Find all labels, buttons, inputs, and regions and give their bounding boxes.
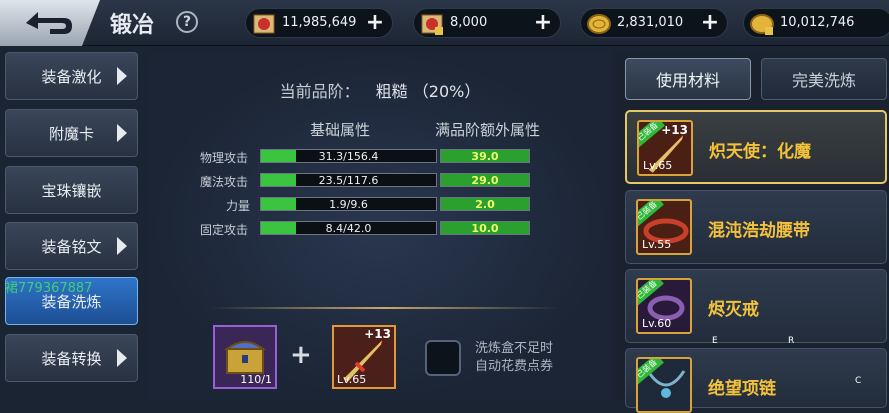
stat-base-value: 23.5/117.6 bbox=[318, 174, 379, 187]
key-hint-e: E bbox=[712, 336, 718, 346]
stat-bonus-value: 29.0 bbox=[471, 174, 499, 187]
stat-bonus-value: 10.0 bbox=[471, 222, 499, 235]
sidebar-item-inscription[interactable]: 装备铭文 bbox=[5, 222, 138, 270]
key-hint-c: C bbox=[855, 376, 862, 386]
gold-coin-lock-icon bbox=[750, 14, 774, 35]
help-button[interactable]: ? bbox=[176, 11, 198, 33]
add-resource-button[interactable]: + bbox=[699, 12, 721, 34]
stat-base-bar: 1.9/9.6 bbox=[260, 197, 437, 211]
back-arrow-icon bbox=[26, 12, 72, 34]
target-equipment-slot[interactable]: +13 Lv.65 bbox=[332, 325, 396, 389]
item-name: 炽天使：化魔 bbox=[709, 142, 811, 162]
stat-label: 物理攻击 bbox=[200, 151, 249, 165]
add-resource-button[interactable]: + bbox=[532, 12, 554, 34]
resource-gold: 2,831,010 + bbox=[580, 8, 728, 38]
resource-gold-locked: 10,012,746 bbox=[743, 8, 889, 38]
tab-use-material[interactable]: 使用材料 bbox=[625, 58, 751, 100]
scroll-red-icon bbox=[253, 14, 275, 34]
back-button[interactable] bbox=[0, 0, 100, 46]
sidebar: 装备激化 附魔卡 宝珠镶嵌 装备铭文 装备洗炼 装备转换 bbox=[0, 52, 145, 400]
column-header-base: 基础属性 bbox=[310, 121, 371, 139]
stat-base-bar: 23.5/117.6 bbox=[260, 173, 437, 187]
item-level: Lv.55 bbox=[642, 238, 672, 251]
material-panel: 使用材料 完美洗炼 已装备 +13 Lv.65 炽天使：化魔 已装备 Lv.55… bbox=[615, 52, 889, 413]
stat-bonus-value: 2.0 bbox=[475, 198, 495, 211]
item-level: Lv.65 bbox=[337, 373, 367, 386]
stat-label: 固定攻击 bbox=[200, 223, 249, 237]
resource-value: 10,012,746 bbox=[780, 15, 855, 30]
stat-base-value: 8.4/42.0 bbox=[325, 222, 372, 235]
resource-value: 11,985,649 bbox=[282, 15, 357, 30]
scroll-lock-icon bbox=[421, 14, 443, 35]
stat-label: 魔法攻击 bbox=[200, 175, 249, 189]
sidebar-item-enhance[interactable]: 装备激化 bbox=[5, 52, 138, 100]
stat-label: 力量 bbox=[226, 199, 251, 213]
add-resource-button[interactable]: + bbox=[364, 12, 386, 34]
auto-spend-checkbox[interactable] bbox=[425, 340, 461, 376]
grade-label: 当前品阶： bbox=[279, 82, 360, 101]
sidebar-item-label: 宝珠镶嵌 bbox=[41, 181, 102, 200]
column-header-bonus: 满品阶额外属性 bbox=[435, 121, 541, 139]
item-icon: 已装备 Lv.55 bbox=[636, 199, 692, 255]
material-item[interactable]: 已装备 +13 Lv.65 炽天使：化魔 bbox=[625, 110, 887, 184]
item-icon: 已装备 bbox=[636, 357, 692, 413]
slot-count: 110/1 bbox=[240, 373, 272, 386]
chevron-right-icon bbox=[117, 237, 127, 255]
stat-bonus-bar: 10.0 bbox=[440, 221, 530, 235]
sidebar-item-label: 装备激化 bbox=[41, 67, 102, 86]
top-bar: 锻冶 ? 11,985,649 + 8,000 + 2,831,010 + 10… bbox=[0, 0, 889, 46]
stat-bonus-bar: 39.0 bbox=[440, 149, 530, 163]
chevron-right-icon bbox=[117, 67, 127, 85]
grade-value: 粗糙 （20%） bbox=[375, 82, 481, 101]
item-icon: 已装备 Lv.60 bbox=[636, 278, 692, 334]
item-name: 绝望项链 bbox=[708, 379, 776, 399]
item-name: 混沌浩劫腰带 bbox=[708, 221, 810, 241]
sidebar-item-convert[interactable]: 装备转换 bbox=[5, 334, 138, 382]
sidebar-item-label: 装备转换 bbox=[41, 349, 102, 368]
current-grade: 当前品阶： 粗糙 （20%） bbox=[150, 78, 610, 102]
chevron-right-icon bbox=[117, 124, 127, 142]
resource-scroll: 11,985,649 + bbox=[245, 8, 393, 38]
sidebar-item-label: 装备铭文 bbox=[41, 237, 102, 256]
sidebar-item-enchant-card[interactable]: 附魔卡 bbox=[5, 109, 138, 157]
sidebar-item-orb-inlay[interactable]: 宝珠镶嵌 bbox=[5, 166, 138, 214]
resource-scroll-locked: 8,000 + bbox=[413, 8, 561, 38]
stat-base-value: 31.3/156.4 bbox=[318, 150, 379, 163]
stat-bonus-value: 39.0 bbox=[471, 150, 499, 163]
stat-base-bar: 31.3/156.4 bbox=[260, 149, 437, 163]
stat-base-bar: 8.4/42.0 bbox=[260, 221, 437, 235]
auto-spend-label-line1: 洗炼盒不足时 bbox=[475, 341, 554, 356]
key-hint-r: R bbox=[788, 336, 795, 346]
item-name: 烬灭戒 bbox=[708, 300, 759, 320]
item-level: Lv.60 bbox=[642, 317, 672, 330]
tab-perfect-refine[interactable]: 完美洗炼 bbox=[761, 58, 887, 100]
sidebar-item-label: 附魔卡 bbox=[48, 124, 94, 143]
resource-value: 8,000 bbox=[450, 15, 488, 30]
resource-value: 2,831,010 bbox=[617, 15, 684, 30]
divider bbox=[210, 307, 560, 309]
watermark-text: 裙779367887 bbox=[5, 281, 93, 296]
auto-spend-label-line2: 自动花费点券 bbox=[475, 359, 554, 374]
stat-bonus-bar: 2.0 bbox=[440, 197, 530, 211]
item-level: Lv.65 bbox=[643, 159, 673, 172]
enhance-level: +13 bbox=[364, 327, 391, 341]
material-item[interactable]: 已装备 Lv.60 烬灭戒 bbox=[625, 269, 887, 343]
refine-box-slot[interactable]: 110/1 bbox=[213, 325, 277, 389]
page-title: 锻冶 bbox=[110, 13, 155, 38]
stat-base-value: 1.9/9.6 bbox=[329, 198, 368, 211]
gold-coin-icon bbox=[587, 14, 611, 34]
item-icon: 已装备 +13 Lv.65 bbox=[637, 120, 693, 176]
refine-panel: 当前品阶： 粗糙 （20%） 基础属性 满品阶额外属性 物理攻击 31.3/156… bbox=[150, 52, 610, 400]
enhance-level: +13 bbox=[661, 123, 688, 137]
auto-spend-label: 洗炼盒不足时 自动花费点券 bbox=[475, 340, 553, 376]
stat-bonus-bar: 29.0 bbox=[440, 173, 530, 187]
plus-sign: + bbox=[290, 340, 312, 370]
material-item[interactable]: 已装备 绝望项链 bbox=[625, 348, 887, 413]
chevron-right-icon bbox=[117, 349, 127, 367]
material-item[interactable]: 已装备 Lv.55 混沌浩劫腰带 bbox=[625, 190, 887, 264]
